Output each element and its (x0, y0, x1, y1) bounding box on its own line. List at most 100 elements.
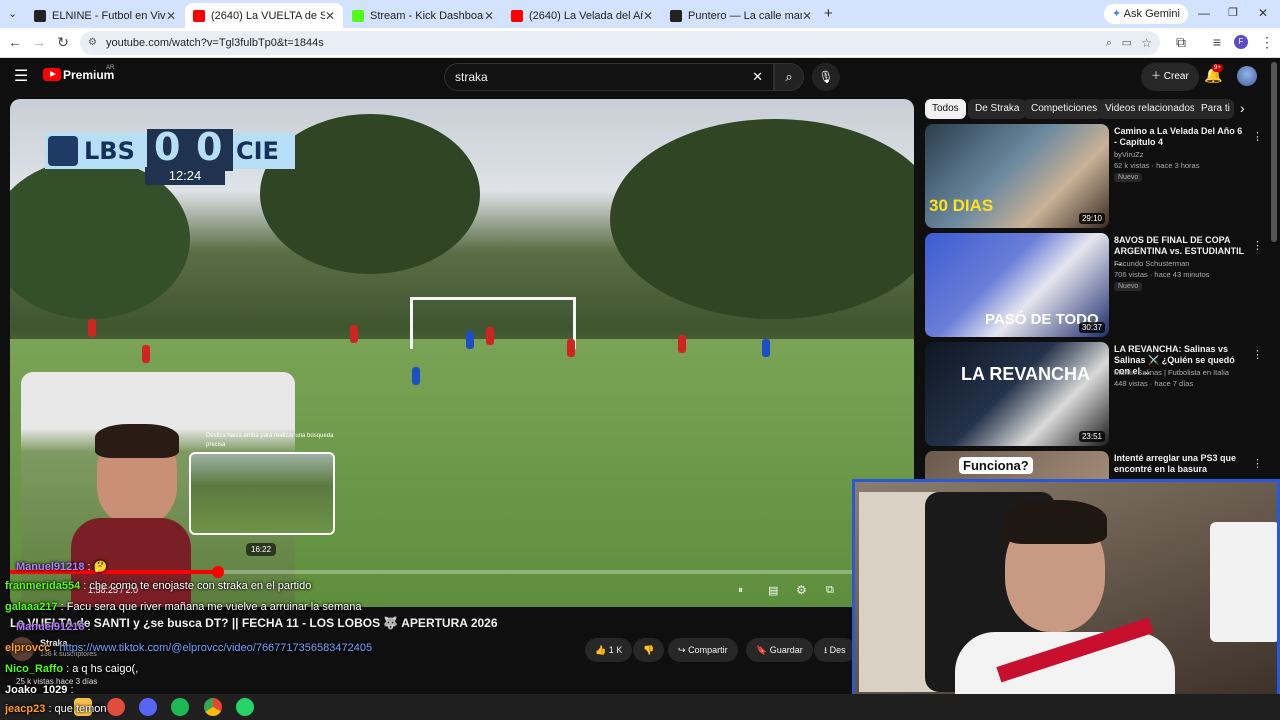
thumbnail-text: LA REVANCHA (961, 364, 1090, 384)
window-close-button[interactable]: ✕ (1258, 6, 1268, 20)
close-icon[interactable]: ✕ (325, 9, 335, 23)
site-info-icon[interactable]: ⚙ (88, 31, 97, 55)
player (88, 319, 96, 337)
browser-tab-active[interactable]: (2640) La VUELTA de SANTI y ¿se busca DT… (185, 3, 343, 28)
autoplay-toggle-icon[interactable]: ⏸ (738, 585, 743, 596)
player (567, 339, 575, 357)
video-channel[interactable]: Martín Salinas | Futbolista en Italia (1114, 368, 1254, 377)
account-avatar[interactable] (1237, 66, 1257, 86)
cast-icon[interactable]: ▭ (1122, 31, 1132, 55)
chip-all[interactable]: Todos (925, 99, 966, 119)
voice-search-button[interactable]: 🎙 (812, 63, 840, 91)
dislike-button[interactable]: 👎 (633, 638, 665, 662)
whatsapp-icon[interactable] (236, 698, 254, 716)
region-label: AR (106, 65, 115, 71)
browser-tab[interactable]: (2640) La Velada del Año Desde... ✕ (503, 3, 661, 28)
url-input[interactable]: ⚙ youtube.com/watch?v=Tgl3fulbTp0&t=1844… (80, 31, 1160, 55)
ask-gemini-button[interactable]: ✦ Ask Gemini (1104, 4, 1188, 24)
video-thumbnail[interactable]: 30 DIAS 29:10 (925, 124, 1109, 228)
miniplayer-icon[interactable]: ⧉ (826, 584, 834, 597)
clear-search-icon[interactable]: ✕ (752, 64, 763, 90)
search-button[interactable]: ⌕ (774, 63, 804, 91)
bookmark-star-icon[interactable]: ☆ (1141, 31, 1152, 55)
extensions-icon[interactable]: ⧉ (1172, 34, 1190, 51)
chat-message: Nico_Raffo : a q hs caigo(, (5, 663, 138, 675)
chip-from-channel[interactable]: De Straka (968, 99, 1027, 119)
create-button[interactable]: ＋ Crear (1141, 63, 1199, 91)
subtitles-icon[interactable]: ▤ (768, 584, 778, 597)
video-thumbnail[interactable]: LA REVANCHA 23:51 (925, 342, 1109, 446)
seek-preview-time: 16:22 (246, 543, 277, 556)
chip-for-you[interactable]: Para ti (1194, 99, 1234, 119)
video-channel[interactable]: Facundo Schusterman (1114, 259, 1254, 268)
chip-competitions[interactable]: Competiciones (1024, 99, 1105, 119)
forward-icon[interactable]: → (30, 34, 48, 50)
more-options-icon[interactable]: ⋮ (1252, 130, 1263, 143)
streamer-hair (95, 424, 179, 458)
more-options-icon[interactable]: ⋮ (1252, 457, 1263, 470)
browser-tab[interactable]: Puntero — La calle manda ✕ (662, 3, 820, 28)
seek-preview-thumbnail (189, 452, 335, 535)
more-options-icon[interactable]: ⋮ (1252, 239, 1263, 252)
profile-avatar[interactable]: F (1234, 35, 1248, 49)
scoreboard-crest-icon (48, 136, 78, 166)
chat-text: : a q hs caigo(, (66, 663, 139, 675)
score-away-team: CIE (236, 137, 279, 165)
recommended-video[interactable]: 30 DIAS 29:10 Camino a La Velada Del Año… (925, 124, 1265, 228)
chat-message: jeacp23 : que temon (5, 703, 107, 715)
share-icon: ↪ (678, 645, 686, 655)
recommended-video[interactable]: LA REVANCHA 23:51 LA REVANCHA: Salinas v… (925, 342, 1265, 446)
download-button[interactable]: ⭳ Des (814, 638, 856, 662)
tab-search-icon[interactable]: ⌄ (8, 7, 17, 20)
spotify-icon[interactable] (171, 698, 189, 716)
video-title[interactable]: Camino a La Velada Del Año 6 - Capítulo … (1114, 126, 1244, 148)
settings-gear-icon[interactable]: ⚙ (796, 583, 807, 597)
search-input[interactable]: straka ✕ (444, 63, 774, 91)
close-icon[interactable]: ✕ (166, 9, 176, 23)
minimize-button[interactable]: — (1198, 6, 1210, 20)
chat-text: : https://www.tiktok.com/@elprovcc/video… (53, 642, 373, 654)
close-icon[interactable]: ✕ (643, 9, 653, 23)
recommended-video[interactable]: PASÓ DE TODO 30:37 8AVOS DE FINAL DE COP… (925, 233, 1265, 337)
chrome-icon[interactable] (204, 698, 222, 716)
close-icon[interactable]: ✕ (484, 9, 494, 23)
video-player[interactable]: LBS 0 0 CIE 12:24 Desliza hacia arriba p… (10, 99, 914, 607)
progress-track[interactable] (10, 566, 914, 578)
video-meta: 448 vistas · hace 7 días (1114, 379, 1194, 388)
app-icon[interactable] (107, 698, 125, 716)
thumbnail-text: Funciona? (959, 457, 1033, 474)
maximize-button[interactable]: ❐ (1228, 6, 1238, 19)
browser-tab[interactable]: Stream - Kick Dashboard ✕ (344, 3, 502, 28)
chat-username: galaaa217 (5, 601, 58, 613)
save-button[interactable]: 🔖 Guardar (746, 638, 813, 662)
back-icon[interactable]: ← (6, 34, 24, 50)
chevron-right-icon[interactable]: › (1240, 100, 1245, 116)
like-button[interactable]: 👍 1 K (585, 638, 633, 662)
match-clock: 12:24 (145, 167, 225, 185)
video-channel[interactable]: byViruZz (1114, 150, 1254, 159)
video-title[interactable]: Intenté arreglar una PS3 que encontré en… (1114, 453, 1244, 475)
video-thumbnail[interactable]: PASÓ DE TODO 30:37 (925, 233, 1109, 337)
chip-related[interactable]: Videos relacionados (1098, 99, 1202, 119)
share-button[interactable]: ↪ Compartir (668, 638, 738, 662)
chat-message: galaaa217 : Facu sera que river mañana m… (5, 601, 362, 613)
player (142, 345, 150, 363)
thumbs-up-icon: 👍 (595, 645, 607, 655)
zoom-icon[interactable]: ⌕ (1106, 31, 1112, 55)
player (412, 367, 420, 385)
progress-scrubber-handle[interactable] (211, 566, 224, 578)
reading-list-icon[interactable]: ≡ (1208, 34, 1226, 50)
chrome-menu-icon[interactable]: ⋮ (1258, 34, 1276, 51)
close-icon[interactable]: ✕ (802, 9, 812, 23)
plus-icon: ＋ (1151, 71, 1161, 82)
discord-icon[interactable] (139, 698, 157, 716)
page-scrollbar[interactable] (1271, 62, 1277, 242)
new-tab-button[interactable]: + (824, 5, 833, 22)
chat-message: franmerida554 : che como te enojaste con… (5, 580, 311, 592)
reload-icon[interactable]: ↻ (54, 34, 72, 51)
browser-tab[interactable]: ELNINE - Futbol en Vivo ✕ (26, 3, 184, 28)
chat-text: : (87, 621, 91, 633)
more-options-icon[interactable]: ⋮ (1252, 348, 1263, 361)
hamburger-menu-icon[interactable]: ☰ (14, 66, 28, 86)
player (350, 325, 358, 343)
